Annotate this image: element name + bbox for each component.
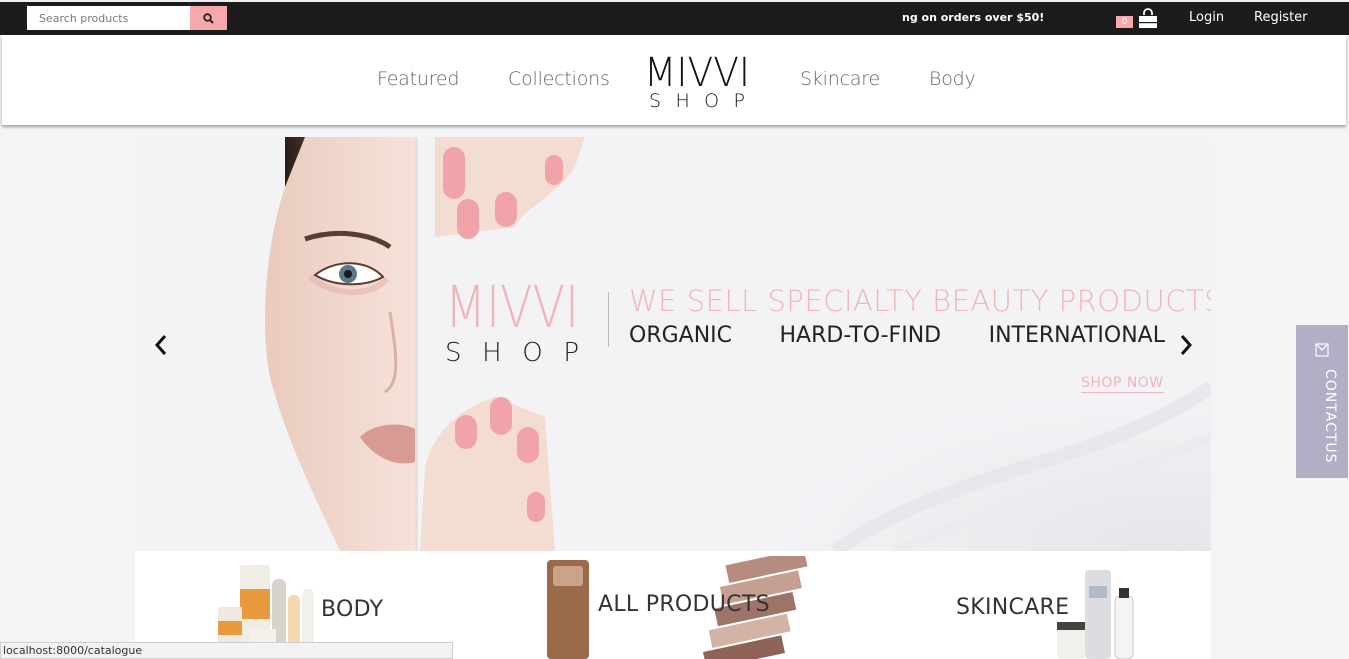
- hero-tag: HARD-TO-FIND: [779, 323, 942, 348]
- top-bar: ng on orders over $50! 0 Login Register: [0, 0, 1349, 35]
- hero-carousel: MIVVI SHOP WE SELL SPECIALTY BEAUTY PROD…: [135, 137, 1211, 551]
- browser-status-url: localhost:8000/catalogue: [0, 642, 453, 659]
- nav-body[interactable]: Body: [929, 68, 976, 90]
- chevron-right-icon: [1180, 335, 1193, 355]
- contact-us-tab[interactable]: CONTACTUS: [1296, 325, 1348, 478]
- cart-button[interactable]: 0: [1116, 8, 1159, 30]
- nav-skincare[interactable]: Skincare: [800, 68, 880, 90]
- search-input[interactable]: [27, 6, 190, 30]
- cart-count-badge: 0: [1116, 15, 1133, 28]
- hero-logo-bottom: SHOP: [445, 338, 579, 367]
- category-body-link[interactable]: BODY: [321, 597, 383, 622]
- promo-banner-text: ng on orders over $50!: [902, 11, 1045, 24]
- mail-icon: [1315, 343, 1329, 357]
- search-box: [27, 6, 227, 30]
- site-logo[interactable]: MIVVI SHOP: [642, 50, 752, 112]
- hero-tag: ORGANIC: [629, 323, 733, 348]
- hero-tags: ORGANIC HARD-TO-FIND INTERNATIONAL: [629, 323, 1165, 348]
- hero-divider: [608, 292, 609, 347]
- hero-tag: INTERNATIONAL: [988, 323, 1165, 348]
- nav-featured[interactable]: Featured: [377, 68, 459, 90]
- skincare-products-image[interactable]: [1055, 566, 1145, 659]
- category-all-products-link[interactable]: ALL PRODUCTS: [598, 592, 770, 617]
- shop-now-link[interactable]: SHOP NOW: [1081, 375, 1164, 393]
- nav-collections[interactable]: Collections: [508, 68, 610, 90]
- shopping-bag-icon: [1139, 8, 1157, 28]
- search-icon: [203, 12, 214, 24]
- hero-headline: WE SELL SPECIALTY BEAUTY PRODUCTS: [629, 284, 1211, 318]
- hero-logo: MIVVI SHOP: [445, 277, 579, 367]
- carousel-prev-button[interactable]: [151, 333, 171, 357]
- chevron-left-icon: [154, 335, 167, 355]
- login-link[interactable]: Login: [1189, 10, 1224, 25]
- register-link[interactable]: Register: [1254, 10, 1308, 25]
- main-nav: Featured Collections MIVVI SHOP Skincare…: [2, 35, 1346, 125]
- search-button[interactable]: [190, 6, 227, 30]
- category-skincare-link[interactable]: SKINCARE: [956, 595, 1069, 620]
- carousel-next-button[interactable]: [1176, 333, 1196, 357]
- hero-logo-top: MIVVI: [445, 277, 579, 341]
- contact-us-label: CONTACTUS: [1322, 369, 1338, 464]
